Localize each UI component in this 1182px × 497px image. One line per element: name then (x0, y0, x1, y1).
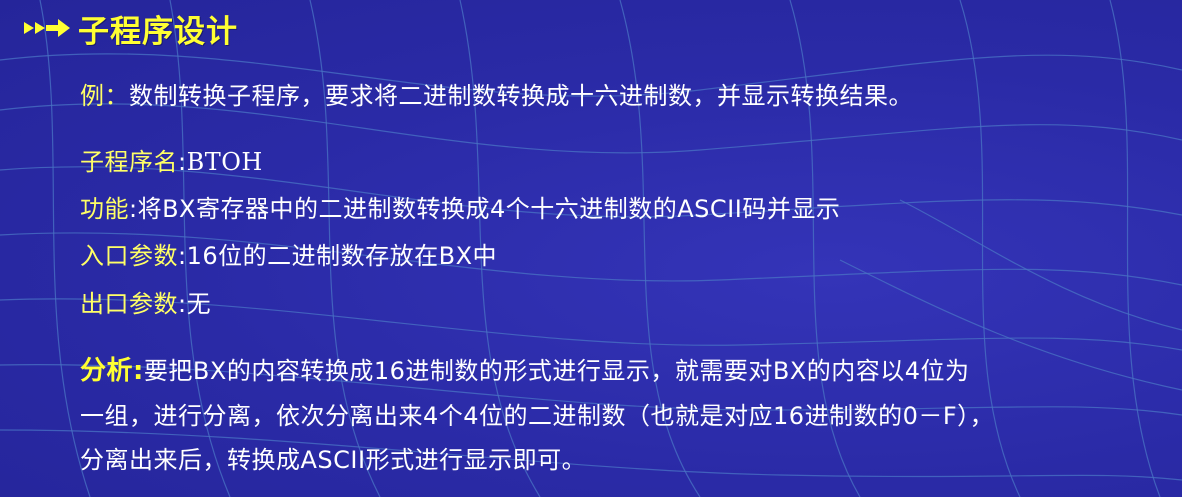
exit-params-label: 出口参数 (80, 290, 178, 318)
analysis-text-3: 分离出来后，转换成ASCII形式进行显示即可。 (80, 446, 587, 474)
subroutine-name-label: 子程序名 (80, 148, 178, 176)
slide-title: 子程序设计 (78, 13, 238, 50)
analysis-line-3: 分离出来后，转换成ASCII形式进行显示即可。 (80, 440, 586, 475)
function-label: 功能 (80, 195, 129, 223)
example-separator: ： (104, 82, 129, 110)
entry-params-line: 入口参数:16位的二进制数存放在BX中 (80, 236, 497, 271)
subroutine-name-value: BTOH (186, 148, 263, 176)
function-value: 将BX寄存器中的二进制数转换成4个十六进制数的ASCII码并显示 (137, 195, 841, 223)
example-label: 例 (80, 82, 105, 110)
subroutine-name-colon: : (178, 148, 187, 176)
exit-params-line: 出口参数:无 (80, 284, 211, 319)
function-colon: : (129, 195, 138, 223)
example-line: 例：数制转换子程序，要求将二进制数转换成十六进制数，并显示转换结果。 (80, 76, 913, 111)
entry-params-value: 16位的二进制数存放在BX中 (186, 242, 498, 270)
entry-params-label: 入口参数 (80, 242, 178, 270)
analysis-label: 分析 (80, 356, 134, 386)
subroutine-name-line: 子程序名:BTOH (80, 142, 263, 177)
analysis-colon: : (133, 356, 144, 386)
entry-params-colon: : (178, 242, 187, 270)
analysis-text-2: 一组，进行分离，依次分离出来4个4位的二进制数（也就是对应16进制数的0－F）， (80, 402, 995, 430)
analysis-line-2: 一组，进行分离，依次分离出来4个4位的二进制数（也就是对应16进制数的0－F）， (80, 396, 994, 431)
analysis-line-1: 分析:要把BX的内容转换成16进制数的形式进行显示，就需要对BX的内容以4位为 (80, 350, 970, 387)
example-text: 数制转换子程序，要求将二进制数转换成十六进制数，并显示转换结果。 (129, 82, 913, 110)
analysis-text-1: 要把BX的内容转换成16进制数的形式进行显示，就需要对BX的内容以4位为 (143, 357, 970, 385)
function-line: 功能:将BX寄存器中的二进制数转换成4个十六进制数的ASCII码并显示 (80, 189, 840, 224)
slide-title-row: 子程序设计 (22, 8, 238, 50)
slide-content: 子程序设计 例：数制转换子程序，要求将二进制数转换成十六进制数，并显示转换结果。… (0, 0, 1182, 497)
double-arrow-bullet-icon (24, 19, 70, 37)
exit-params-colon: : (178, 290, 187, 318)
exit-params-value: 无 (186, 290, 212, 318)
